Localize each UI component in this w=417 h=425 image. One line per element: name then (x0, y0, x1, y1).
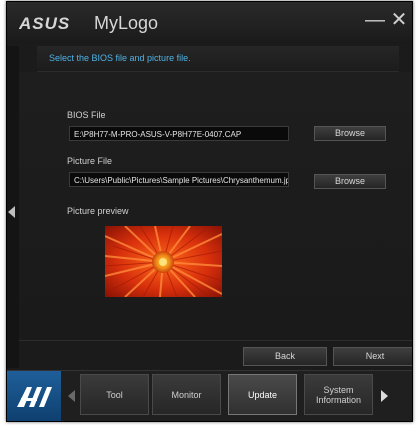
tab-update[interactable]: Update (228, 374, 297, 415)
tab-tool[interactable]: Tool (80, 374, 149, 415)
title-bar[interactable]: ASUS MyLogo — ✕ (7, 2, 412, 44)
ai-suite-button[interactable] (7, 371, 61, 421)
mylogo-window: ASUS MyLogo — ✕ Select the BIOS file and… (6, 1, 413, 422)
tab-monitor-label: Monitor (171, 389, 202, 400)
tab-update-label: Update (247, 389, 278, 400)
bios-file-field[interactable]: E:\P8H77-M-PRO-ASUS-V-P8H77E-0407.CAP (69, 126, 289, 141)
close-button[interactable]: ✕ (388, 9, 410, 31)
tab-system-information[interactable]: System Information (304, 374, 373, 415)
ai-suite-logo-icon (17, 387, 52, 407)
picture-preview-image (105, 226, 222, 297)
main-panel: BIOS File E:\P8H77-M-PRO-ASUS-V-P8H77E-0… (19, 72, 412, 340)
bios-browse-button[interactable]: Browse (314, 126, 386, 141)
instruction-bar: Select the BIOS file and picture file. (37, 46, 399, 72)
tab-tool-label: Tool (106, 389, 123, 400)
picture-file-field[interactable]: C:\Users\Public\Pictures\Sample Pictures… (69, 172, 289, 187)
picture-browse-button[interactable]: Browse (314, 174, 386, 189)
back-button[interactable]: Back (243, 347, 327, 366)
chevron-left-icon[interactable] (68, 390, 75, 402)
navigation-bar: Back Next (19, 340, 412, 369)
bios-file-label: BIOS File (67, 110, 106, 120)
chevron-right-icon[interactable] (381, 390, 388, 402)
tab-monitor[interactable]: Monitor (152, 374, 221, 415)
app-title: MyLogo (94, 13, 159, 33)
svg-text:ASUS: ASUS (19, 14, 70, 33)
asus-logo: ASUS (19, 14, 70, 33)
minimize-button[interactable]: — (364, 9, 386, 31)
picture-preview-label: Picture preview (67, 206, 129, 216)
next-button[interactable]: Next (333, 347, 412, 366)
taskbar: Tool Monitor Update System Information (7, 370, 412, 421)
instruction-text: Select the BIOS file and picture file. (49, 53, 191, 63)
picture-file-label: Picture File (67, 156, 113, 166)
chevron-left-icon[interactable] (8, 206, 15, 218)
tab-system-information-label: System Information (315, 384, 362, 405)
left-rail (7, 46, 19, 368)
